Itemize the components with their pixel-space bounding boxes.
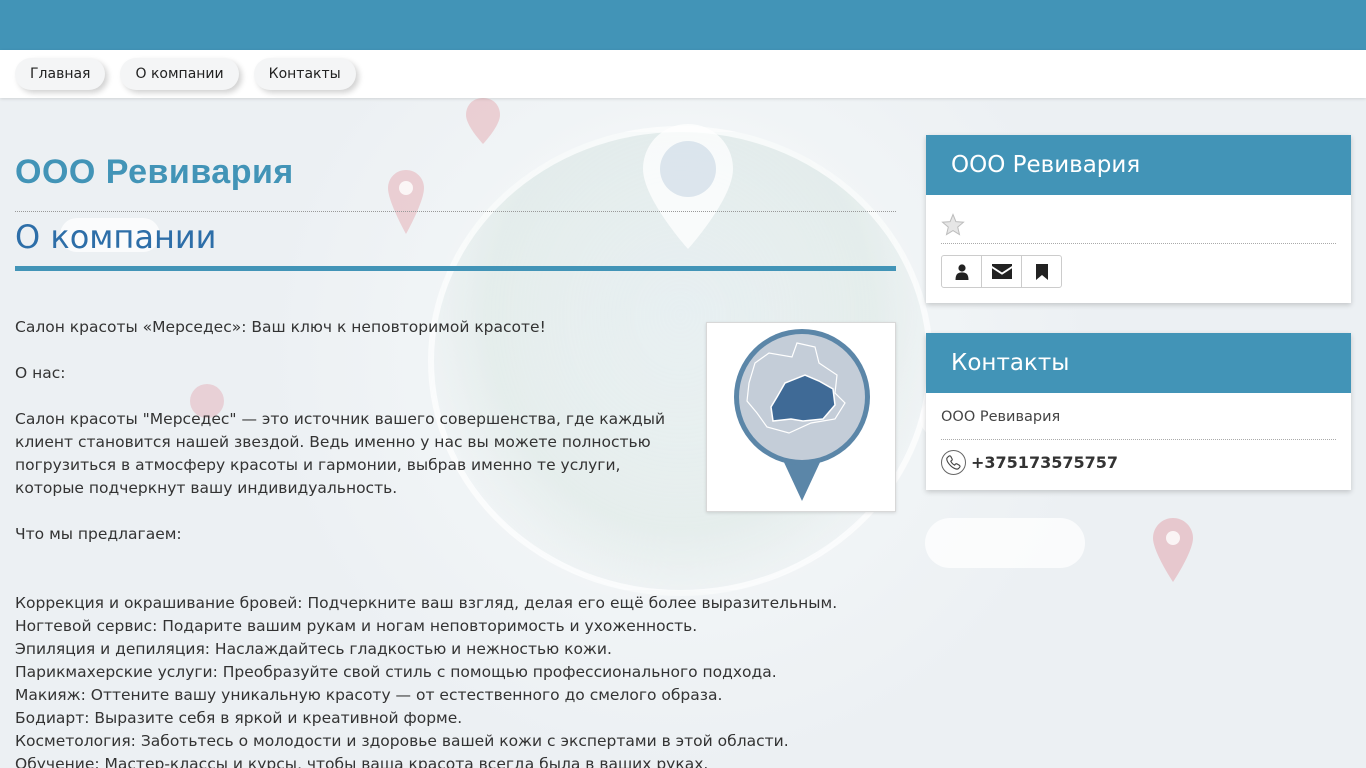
user-icon <box>955 263 968 280</box>
profile-button[interactable] <box>941 255 982 288</box>
about-text-line: которые подчеркнут вашу индивидуальность… <box>15 479 398 497</box>
email-button[interactable] <box>981 255 1022 288</box>
company-description: Салон красоты «Мерседес»: Ваш ключ к неп… <box>15 316 896 768</box>
bookmark-button[interactable] <box>1021 255 1062 288</box>
contact-company-name: ООО Ревивария <box>941 409 1336 440</box>
service-item: Обучение: Мастер-классы и курсы, чтобы в… <box>15 755 709 768</box>
phone-number-link[interactable]: +375173575757 <box>971 453 1118 472</box>
background-pin-icon <box>1153 518 1193 582</box>
service-item: Ногтевой сервис: Подарите вашим рукам и … <box>15 617 698 635</box>
title-divider <box>15 211 896 212</box>
phone-row: +375173575757 <box>941 450 1336 475</box>
main-navigation: Главная О компании Контакты <box>0 50 1366 98</box>
company-panel: ООО Ревивария <box>926 135 1351 303</box>
intro-text: Салон красоты «Мерседес»: Ваш ключ к неп… <box>15 318 546 336</box>
offer-heading: Что мы предлагаем: <box>15 525 182 543</box>
service-item: Коррекция и окрашивание бровей: Подчеркн… <box>15 594 838 612</box>
phone-icon <box>941 450 966 475</box>
section-title: О компании <box>15 218 217 256</box>
service-item: Парикмахерские услуги: Преобразуйте свой… <box>15 663 777 681</box>
company-action-buttons <box>941 255 1336 288</box>
about-text-line: погрузиться в атмосферу красоты и гармон… <box>15 456 621 474</box>
nav-contacts[interactable]: Контакты <box>253 58 356 90</box>
nav-home[interactable]: Главная <box>15 58 106 90</box>
main-content: ООО Ревивария О компании Салон красоты «… <box>15 98 896 768</box>
top-header-bar <box>0 0 1366 50</box>
envelope-icon <box>991 264 1012 279</box>
about-heading: О нас: <box>15 364 66 382</box>
service-item: Эпиляция и депиляция: Наслаждайтесь глад… <box>15 640 612 658</box>
about-text-line: Салон красоты "Мерседес" — это источник … <box>15 410 666 428</box>
service-item: Косметология: Заботьтесь о молодости и з… <box>15 732 789 750</box>
star-icon[interactable] <box>941 213 965 237</box>
section-divider <box>15 266 896 271</box>
rating-row <box>941 207 1336 244</box>
contacts-panel: Контакты ООО Ревивария +375173575757 <box>926 333 1351 490</box>
background-cloud <box>925 518 1085 568</box>
company-panel-title: ООО Ревивария <box>926 135 1351 195</box>
page-title: ООО Ревивария <box>15 153 294 191</box>
contacts-panel-title: Контакты <box>926 333 1351 393</box>
service-item: Макияж: Оттените вашу уникальную красоту… <box>15 686 723 704</box>
bookmark-icon <box>1035 263 1048 280</box>
about-text-line: клиент становится нашей звездой. Ведь им… <box>15 433 651 451</box>
service-item: Бодиарт: Выразите себя в яркой и креатив… <box>15 709 463 727</box>
nav-about[interactable]: О компании <box>120 58 239 90</box>
